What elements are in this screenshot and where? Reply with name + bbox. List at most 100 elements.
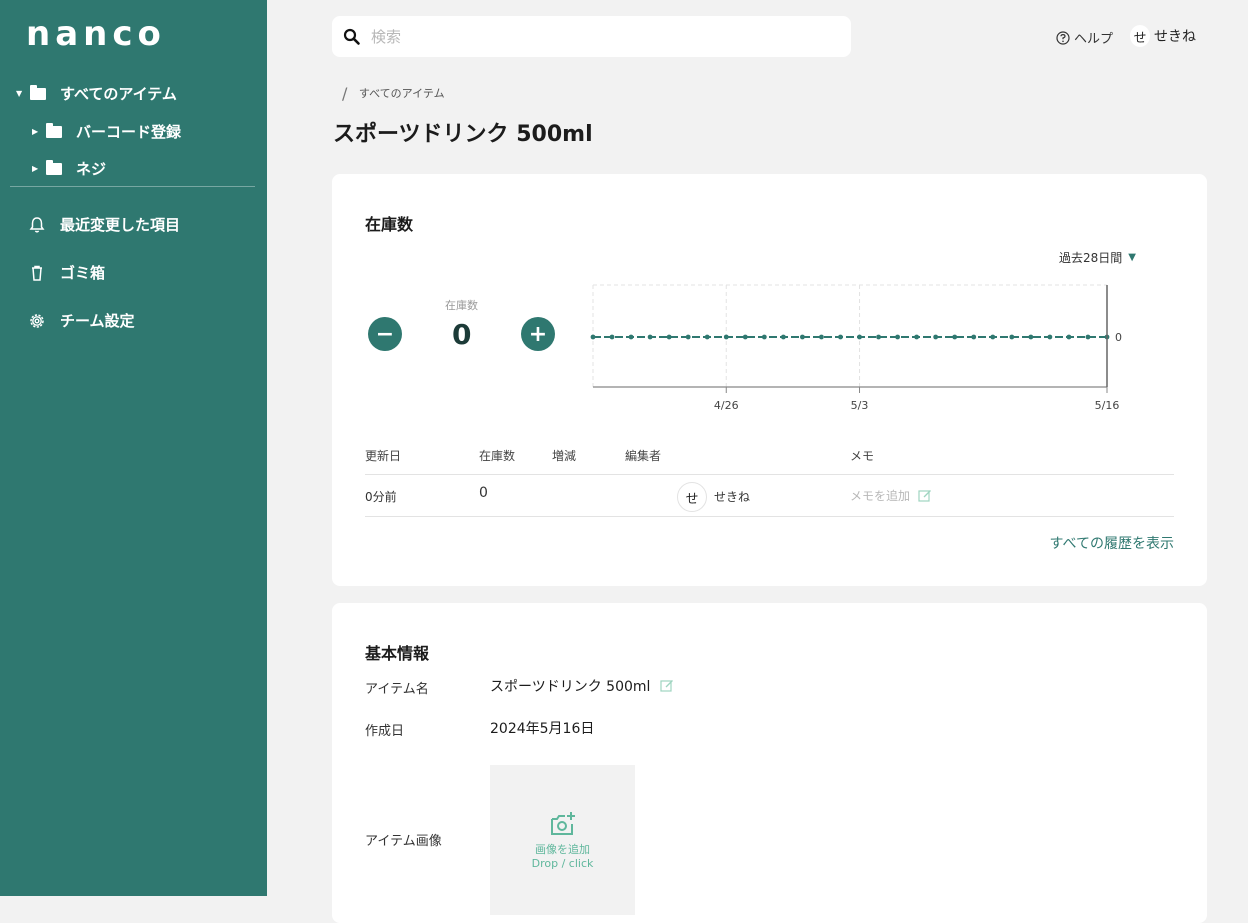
breadcrumb: / すべてのアイテム	[342, 84, 445, 103]
data-point	[895, 334, 900, 340]
data-point	[952, 334, 958, 340]
data-point	[933, 334, 939, 340]
item-image-label: アイテム画像	[365, 834, 442, 849]
caret-right-icon[interactable]: ▶	[32, 164, 42, 173]
app-logo[interactable]: nanco	[26, 14, 166, 54]
stock-chart: 4/26 5/3 5/16 0	[590, 284, 1122, 412]
data-point	[780, 334, 786, 340]
data-point	[1009, 334, 1015, 340]
data-point	[990, 334, 996, 340]
period-select[interactable]: 過去28日間 ▼	[1059, 249, 1136, 266]
tree-item-screws[interactable]: ▶ ネジ	[32, 158, 106, 179]
show-all-history-link[interactable]: すべての履歴を表示	[1050, 533, 1174, 553]
stock-label: 在庫数	[445, 299, 478, 312]
trash-icon	[32, 265, 42, 281]
data-point	[857, 334, 862, 340]
x-tick-label: 4/26	[714, 399, 739, 412]
search-icon	[343, 28, 360, 45]
folder-icon	[46, 122, 62, 138]
edit-icon	[918, 489, 931, 502]
item-name-label: アイテム名	[365, 682, 429, 697]
breadcrumb-separator: /	[342, 84, 348, 103]
decrement-button[interactable]: −	[368, 317, 402, 351]
help-icon	[1056, 30, 1070, 45]
sidebar: nanco ▼ すべてのアイテム ▶ バーコード登録 ▶ ネジ 最近変更した項目…	[0, 0, 267, 896]
search-bar[interactable]	[332, 16, 851, 57]
y-tick-label: 0	[1115, 331, 1122, 344]
col-header-change: 増減	[552, 449, 577, 463]
nav-recent-changes[interactable]: 最近変更した項目	[28, 214, 180, 235]
row-editor: せきね	[714, 490, 751, 504]
chevron-down-icon: ▼	[1128, 252, 1136, 263]
editor-avatar: せ	[677, 482, 707, 512]
data-point	[819, 334, 824, 340]
data-point	[971, 334, 977, 340]
data-point	[1066, 334, 1072, 340]
nav-team-settings[interactable]: チーム設定	[28, 310, 135, 331]
data-point	[742, 334, 748, 340]
col-header-editor: 編集者	[625, 449, 662, 463]
tree-item-barcode[interactable]: ▶ バーコード登録	[32, 121, 181, 142]
breadcrumb-link[interactable]: すべてのアイテム	[359, 87, 445, 100]
tree-item-label: すべてのアイテム	[60, 85, 177, 103]
user-name: せきね	[1154, 29, 1196, 45]
data-point	[628, 334, 634, 340]
edit-icon[interactable]	[660, 679, 674, 693]
nav-label: 最近変更した項目	[60, 216, 181, 234]
col-header-stock: 在庫数	[479, 449, 516, 463]
data-point	[685, 334, 691, 340]
data-point	[761, 334, 767, 340]
col-header-memo: メモ	[850, 449, 875, 463]
stock-card: 在庫数 過去28日間 ▼ − 在庫数 0 + 4/26 5/3 5/16 0 更新日 …	[332, 174, 1207, 586]
caret-down-icon[interactable]: ▼	[16, 89, 26, 98]
x-tick-label: 5/16	[1095, 399, 1120, 412]
stock-section-title: 在庫数	[365, 215, 414, 234]
help-link[interactable]: ヘルプ	[1056, 28, 1113, 47]
x-tick-label: 5/3	[851, 399, 869, 412]
data-point	[876, 334, 881, 340]
add-memo-button[interactable]: メモを追加	[850, 487, 932, 504]
data-point	[704, 334, 710, 340]
image-dropzone[interactable]: 画像を追加 Drop / click	[490, 765, 635, 915]
data-point	[914, 334, 920, 340]
add-memo-label: メモを追加	[850, 489, 911, 503]
period-label: 過去28日間	[1059, 251, 1123, 265]
data-point	[1085, 334, 1091, 340]
basic-info-title: 基本情報	[365, 644, 430, 663]
page-title: スポーツドリンク 500ml	[333, 122, 593, 147]
tree-item-label: ネジ	[76, 160, 107, 178]
data-point	[1028, 334, 1034, 340]
add-photo-icon	[550, 811, 575, 835]
nav-label: ゴミ箱	[60, 264, 106, 282]
data-point	[800, 334, 805, 340]
item-name-field[interactable]: スポーツドリンク 500ml	[490, 676, 674, 696]
table-divider	[365, 474, 1174, 475]
created-date-value: 2024年5月16日	[490, 721, 595, 737]
user-menu[interactable]: せ せきね	[1130, 25, 1196, 47]
tree-item-all-items[interactable]: ▼ すべてのアイテム	[16, 83, 177, 104]
row-stock: 0	[479, 485, 488, 501]
help-label: ヘルプ	[1074, 32, 1114, 47]
chart-series	[590, 334, 1110, 340]
data-point	[609, 334, 615, 340]
col-header-date: 更新日	[365, 449, 402, 463]
increment-button[interactable]: +	[521, 317, 555, 351]
stock-value: 0	[452, 318, 472, 351]
tree-item-label: バーコード登録	[76, 123, 182, 141]
bell-icon	[29, 216, 45, 233]
data-point	[590, 334, 596, 340]
caret-right-icon[interactable]: ▶	[32, 127, 42, 136]
avatar: せ	[1130, 25, 1150, 47]
nav-label: チーム設定	[60, 312, 135, 330]
created-date-label: 作成日	[365, 724, 405, 739]
gear-icon	[30, 313, 44, 328]
image-drop-hint: Drop / click	[531, 856, 594, 870]
nav-trash[interactable]: ゴミ箱	[28, 262, 105, 283]
table-divider	[365, 516, 1174, 517]
data-point	[838, 334, 843, 340]
data-point	[1047, 334, 1053, 340]
search-input[interactable]	[369, 26, 813, 47]
data-point	[647, 334, 653, 340]
folder-icon	[46, 159, 62, 175]
basic-info-card: 基本情報 アイテム名 スポーツドリンク 500ml 作成日 2024年5月16日…	[332, 603, 1207, 923]
